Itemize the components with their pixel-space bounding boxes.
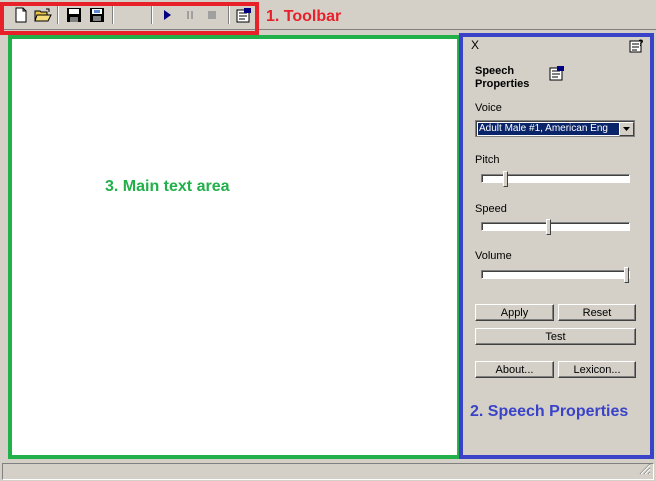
voice-label: Voice	[475, 102, 502, 114]
speech-properties-panel: X ? Speech Properties Voice Adult Male #…	[463, 36, 650, 456]
stop-icon	[203, 6, 221, 24]
test-button[interactable]: Test	[475, 328, 636, 345]
toolbar-separator	[57, 6, 59, 24]
toolbar-separator	[112, 6, 114, 24]
toolbar-annotation-label: 1. Toolbar	[266, 8, 342, 25]
voice-select[interactable]: Adult Male #1, American Eng	[475, 120, 635, 137]
speed-slider-thumb[interactable]	[546, 219, 551, 235]
toolbar-separator	[228, 6, 230, 24]
main-text-area-annotation-label: 3. Main text area	[105, 178, 230, 195]
chevron-down-icon[interactable]	[619, 122, 634, 136]
panel-title: Speech Properties	[475, 65, 530, 90]
main-text-area[interactable]	[9, 35, 459, 459]
status-bar	[2, 463, 654, 480]
volume-slider[interactable]	[481, 267, 630, 283]
volume-label: Volume	[475, 250, 512, 262]
svg-text:?: ?	[638, 38, 644, 48]
reset-button[interactable]: Reset	[558, 304, 636, 321]
close-icon[interactable]: X	[471, 38, 479, 52]
open-folder-icon[interactable]	[34, 6, 52, 24]
speech-properties-annotation-label: 2. Speech Properties	[470, 403, 629, 420]
pitch-slider[interactable]	[481, 171, 630, 187]
properties-icon[interactable]	[235, 6, 253, 24]
speed-label: Speed	[475, 203, 507, 215]
voice-selected-value: Adult Male #1, American Eng	[478, 123, 619, 135]
size-grip-icon[interactable]	[639, 463, 651, 478]
apply-button[interactable]: Apply	[475, 304, 554, 321]
properties-icon[interactable]	[549, 65, 565, 84]
pitch-slider-thumb[interactable]	[503, 171, 508, 187]
speed-slider[interactable]	[481, 219, 630, 235]
pause-icon	[181, 6, 199, 24]
lexicon-button[interactable]: Lexicon...	[558, 361, 636, 378]
save-icon[interactable]	[65, 6, 83, 24]
toolbar-separator	[151, 6, 153, 24]
new-document-icon[interactable]	[12, 6, 30, 24]
volume-slider-thumb[interactable]	[624, 267, 629, 283]
play-icon[interactable]	[158, 6, 176, 24]
save-as-audio-icon[interactable]	[88, 6, 106, 24]
pitch-label: Pitch	[475, 154, 500, 166]
help-icon[interactable]: ?	[629, 38, 644, 56]
about-button[interactable]: About...	[475, 361, 554, 378]
